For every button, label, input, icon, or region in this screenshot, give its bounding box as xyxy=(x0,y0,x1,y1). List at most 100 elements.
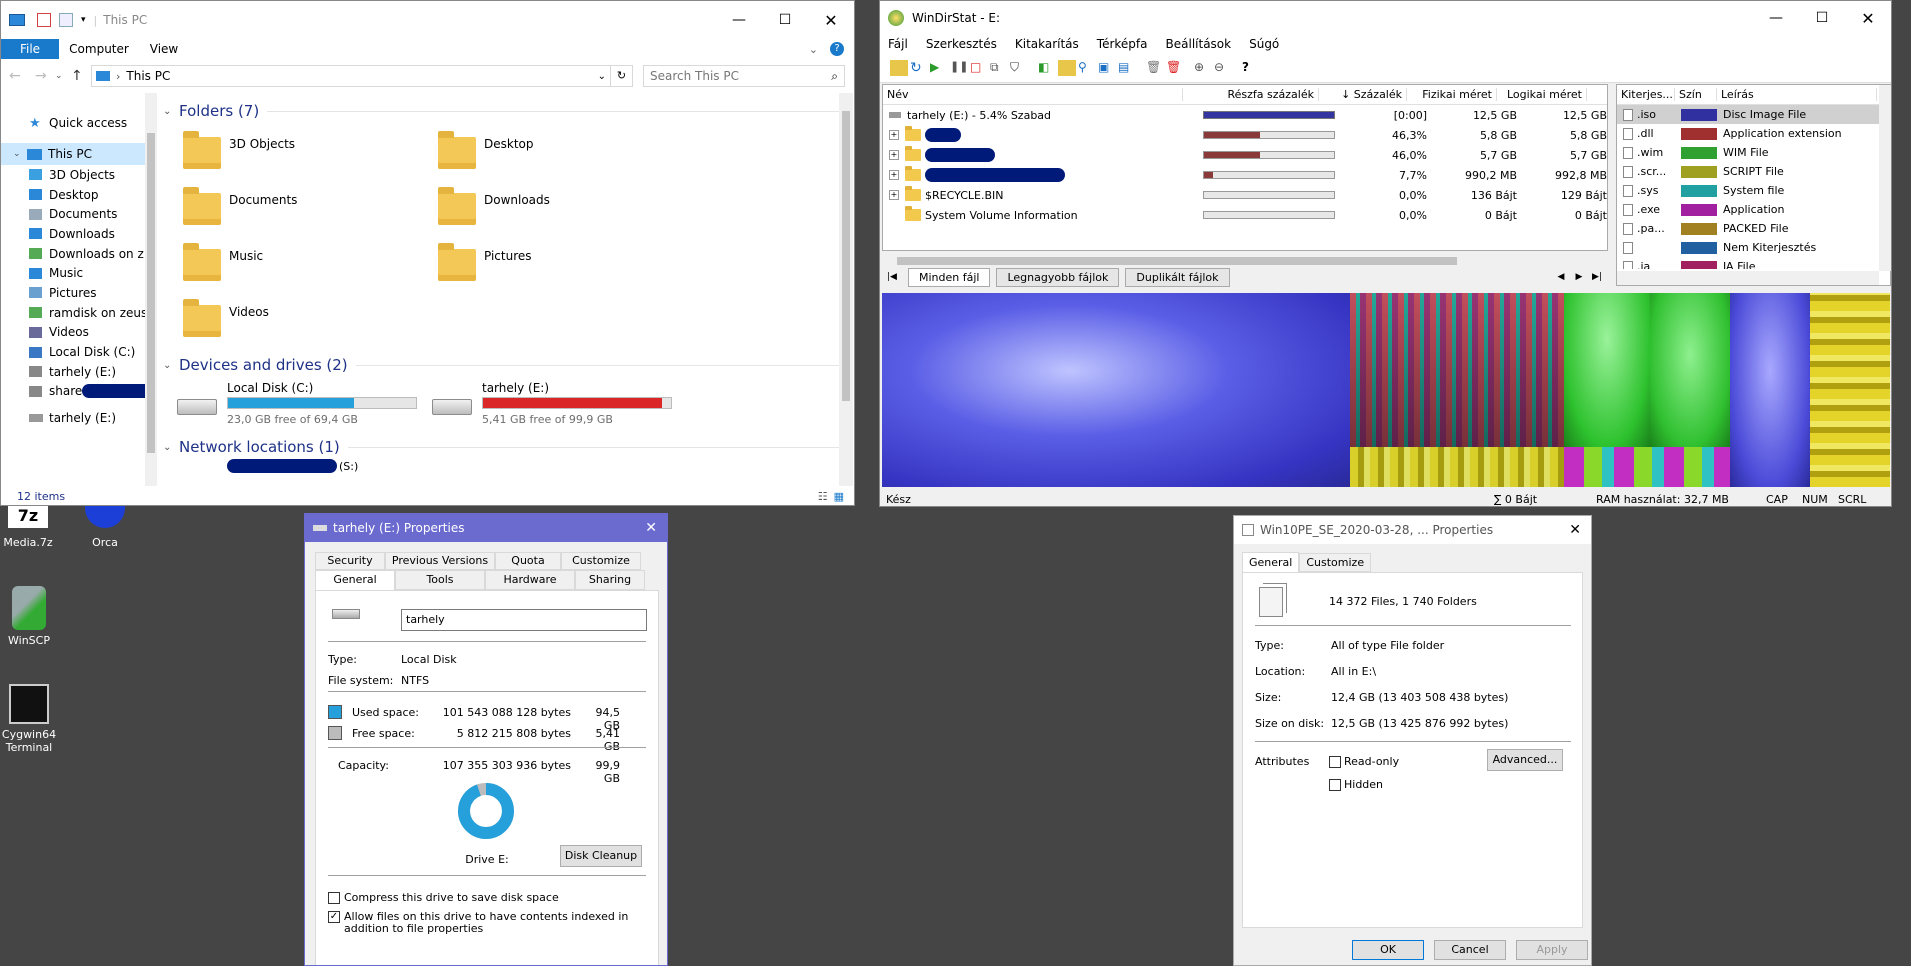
nav-item[interactable]: Local Disk (C:) xyxy=(1,342,157,362)
menu-item[interactable]: Kitakarítás xyxy=(1015,37,1079,51)
drive-item[interactable]: tarhely (E:) 5,41 GB free of 99,9 GB xyxy=(432,381,682,431)
minimize-button[interactable]: — xyxy=(1753,10,1799,26)
treemap[interactable] xyxy=(882,293,1890,487)
close-button[interactable]: ✕ xyxy=(808,11,854,30)
treemap-block-dll2[interactable] xyxy=(1564,293,1650,447)
drive-name-input[interactable]: tarhely xyxy=(401,609,647,631)
refresh-icon[interactable]: ↻ xyxy=(611,65,633,87)
desktop-icon-orca[interactable]: Orca xyxy=(74,506,136,556)
explorer-icon[interactable]: ⚲ xyxy=(1078,60,1096,76)
nav-item[interactable]: 3D Objects xyxy=(1,165,157,185)
nav-item[interactable]: Downloads on z xyxy=(1,244,157,264)
prop-tab[interactable]: Tools xyxy=(395,570,485,590)
properties-quick-icon[interactable] xyxy=(37,13,51,27)
nav-item[interactable]: Music xyxy=(1,263,157,283)
ext-row[interactable]: .exe Application xyxy=(1617,200,1890,219)
tab-first-icon[interactable]: |◀ xyxy=(882,272,902,282)
ok-button[interactable]: OK xyxy=(1352,940,1424,960)
minimize-button[interactable]: — xyxy=(716,12,762,28)
stop-icon[interactable]: □ xyxy=(970,60,988,76)
tab-scroll-icon[interactable]: ▶| xyxy=(1588,272,1606,282)
drive-item[interactable]: Local Disk (C:) 23,0 GB free of 69,4 GB xyxy=(177,381,427,431)
tree-hscrollbar[interactable] xyxy=(883,254,1607,268)
prop-tab[interactable]: Security xyxy=(315,552,385,570)
prop-tab[interactable]: General xyxy=(315,570,395,590)
expand-icon[interactable]: + xyxy=(889,150,899,160)
network-header[interactable]: ⌄ Network locations (1) xyxy=(163,435,839,459)
nav-this-pc[interactable]: ⌄ This PC xyxy=(1,143,157,165)
treemap-block-iso[interactable] xyxy=(882,293,1350,487)
new-folder-quick-icon[interactable] xyxy=(59,13,73,27)
menu-item[interactable]: Súgó xyxy=(1249,37,1279,51)
column-header[interactable]: Fizikai méret xyxy=(1407,88,1497,101)
tree-row-root[interactable]: tarhely (E:) - 5.4% Szabad [0:00] 12,5 G… xyxy=(883,105,1607,125)
nav-item[interactable]: Desktop xyxy=(1,185,157,205)
treemap-block-script[interactable] xyxy=(1810,293,1890,487)
maximize-button[interactable]: ☐ xyxy=(1799,10,1845,26)
new-file-icon[interactable]: ◧ xyxy=(1038,60,1056,76)
properties-icon[interactable]: ▤ xyxy=(1118,60,1136,76)
readonly-option[interactable]: Read-only xyxy=(1329,755,1399,768)
tree-row[interactable]: +46,0% 5,7 GB 5,7 GB xyxy=(883,145,1607,165)
menu-item[interactable]: Térképfa xyxy=(1097,37,1148,51)
treemap-block-iso2[interactable] xyxy=(1730,293,1810,487)
apply-button[interactable]: Apply xyxy=(1516,940,1588,960)
delete-permanent-icon[interactable]: 🗑 xyxy=(1166,60,1184,76)
address-dropdown-icon[interactable]: ⌄ xyxy=(598,71,606,82)
maximize-button[interactable]: ☐ xyxy=(762,12,808,28)
paste-icon[interactable] xyxy=(1058,59,1076,76)
tab-general[interactable]: General xyxy=(1242,552,1300,572)
ribbon-expand-icon[interactable]: ⌄ xyxy=(809,43,818,56)
search-box[interactable]: Search This PC ⌕ xyxy=(643,65,845,87)
qat-dropdown-icon[interactable]: ▾ xyxy=(81,15,86,25)
readonly-checkbox[interactable] xyxy=(1329,755,1341,768)
ext-row[interactable]: .pa... PACKED File xyxy=(1617,219,1890,238)
nav-scrollbar[interactable] xyxy=(145,93,157,486)
column-header[interactable]: Logikai méret xyxy=(1497,88,1587,101)
expand-icon[interactable]: + xyxy=(889,130,899,140)
expand-icon[interactable]: + xyxy=(889,190,899,200)
ext-column-header[interactable]: Kiterjes... xyxy=(1617,88,1675,101)
open-icon[interactable] xyxy=(890,59,908,76)
view-tab[interactable]: Minden fájl xyxy=(908,267,991,287)
ext-row[interactable]: .dll Application extension xyxy=(1617,124,1890,143)
compress-option[interactable]: Compress this drive to save disk space xyxy=(328,891,559,904)
content-scrollbar[interactable] xyxy=(839,93,853,486)
devices-header[interactable]: ⌄ Devices and drives (2) xyxy=(163,353,839,377)
menu-item[interactable]: Szerkesztés xyxy=(926,37,997,51)
ext-row[interactable]: Nem Kiterjesztés xyxy=(1617,238,1890,257)
nav-network-drive[interactable]: tarhely (E:) xyxy=(1,407,157,429)
address-bar[interactable]: › This PC ⌄ xyxy=(91,65,611,87)
cmd-icon[interactable]: ▣ xyxy=(1098,60,1116,76)
view-tab[interactable]: Duplikált fájlok xyxy=(1125,267,1230,287)
nav-item[interactable]: Pictures xyxy=(1,283,157,303)
delete-recycle-icon[interactable]: 🗑 xyxy=(1146,60,1164,76)
tab-file[interactable]: File xyxy=(1,39,59,59)
zoom-out-icon[interactable]: ⊖ xyxy=(1214,60,1232,76)
prop-tab[interactable]: Customize xyxy=(561,552,641,570)
tab-scroll-icon[interactable]: ◀ xyxy=(1552,272,1570,282)
ext-row[interactable]: .scr... SCRIPT File xyxy=(1617,162,1890,181)
pause-icon[interactable]: ❚❚ xyxy=(950,60,968,76)
folder-item[interactable]: 3D Objects xyxy=(183,129,413,177)
tab-customize[interactable]: Customize xyxy=(1299,552,1372,572)
desktop-icon-winscp[interactable]: WinSCP xyxy=(0,586,58,652)
nav-item[interactable]: ramdisk on zeus xyxy=(1,303,157,323)
column-header[interactable]: ↓ Százalék xyxy=(1319,88,1407,101)
desktop-icon-cygwin[interactable]: Cygwin64 Terminal xyxy=(0,684,58,764)
forward-icon[interactable]: → xyxy=(35,68,55,84)
folder-item[interactable]: Desktop xyxy=(438,129,668,177)
menu-item[interactable]: Fájl xyxy=(888,37,908,51)
nav-item[interactable]: Videos xyxy=(1,323,157,343)
treemap-block-mixed[interactable] xyxy=(1350,447,1564,487)
close-button[interactable]: ✕ xyxy=(1845,9,1891,28)
tab-scroll-icon[interactable]: ▶ xyxy=(1570,272,1588,282)
tab-view[interactable]: View xyxy=(139,42,189,56)
treemap-block-dll[interactable] xyxy=(1350,293,1564,447)
prop-tab[interactable]: Quota xyxy=(495,552,561,570)
ext-vscrollbar[interactable] xyxy=(1879,85,1891,271)
ext-row[interactable]: .ja JA File xyxy=(1617,257,1890,269)
network-location-item[interactable]: (S:) xyxy=(163,459,839,473)
expand-icon[interactable]: + xyxy=(889,170,899,180)
column-header[interactable]: Részfa százalék xyxy=(1183,88,1319,101)
